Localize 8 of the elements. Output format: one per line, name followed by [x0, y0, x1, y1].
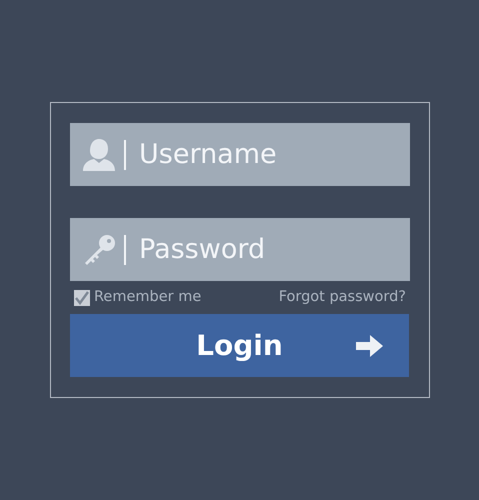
- remember-checkbox[interactable]: [74, 290, 90, 306]
- user-icon: [82, 137, 116, 171]
- password-field[interactable]: Password: [70, 218, 410, 281]
- remember-label: Remember me: [94, 288, 202, 307]
- arrow-icon: [356, 334, 384, 358]
- username-field[interactable]: Username: [70, 123, 410, 186]
- login-button[interactable]: Login: [70, 314, 409, 377]
- forgot-password-link[interactable]: Forgot password?: [278, 286, 406, 308]
